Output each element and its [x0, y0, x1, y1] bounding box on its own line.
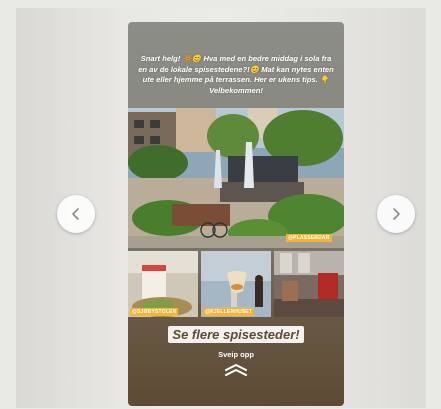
hero-photo: @PLASSERDAR	[128, 108, 344, 248]
swipe-up-icon[interactable]	[223, 362, 249, 376]
photo-tile-1: @SJØBYSTOLEN	[128, 251, 198, 317]
story-card[interactable]: Snart helg! 🔆😊 Hva med en bedre middag i…	[128, 22, 344, 406]
chevron-right-icon	[393, 208, 400, 220]
photo-tile-2: @KJELLERHUSET	[201, 251, 271, 317]
story-caption: Snart helg! 🔆😊 Hva med en bedre middag i…	[138, 54, 334, 95]
chevron-left-icon	[72, 208, 79, 220]
photo-tiles: @SJØBYSTOLEN @KJELLERHUSET	[128, 251, 344, 317]
next-story-button[interactable]	[377, 195, 415, 233]
previous-story-button[interactable]	[57, 195, 95, 233]
hero-location-tag[interactable]: @PLASSERDAR	[286, 234, 332, 242]
see-more-label[interactable]: Se flere spisesteder!	[168, 326, 304, 343]
photo-tile-3	[274, 251, 344, 317]
see-more-link[interactable]: Se flere spisesteder!	[128, 326, 344, 344]
tile-1-location-tag[interactable]: @SJØBYSTOLEN	[130, 308, 179, 316]
tile-2-location-tag[interactable]: @KJELLERHUSET	[203, 308, 255, 316]
swipe-up-label: Sveip opp	[218, 350, 254, 359]
